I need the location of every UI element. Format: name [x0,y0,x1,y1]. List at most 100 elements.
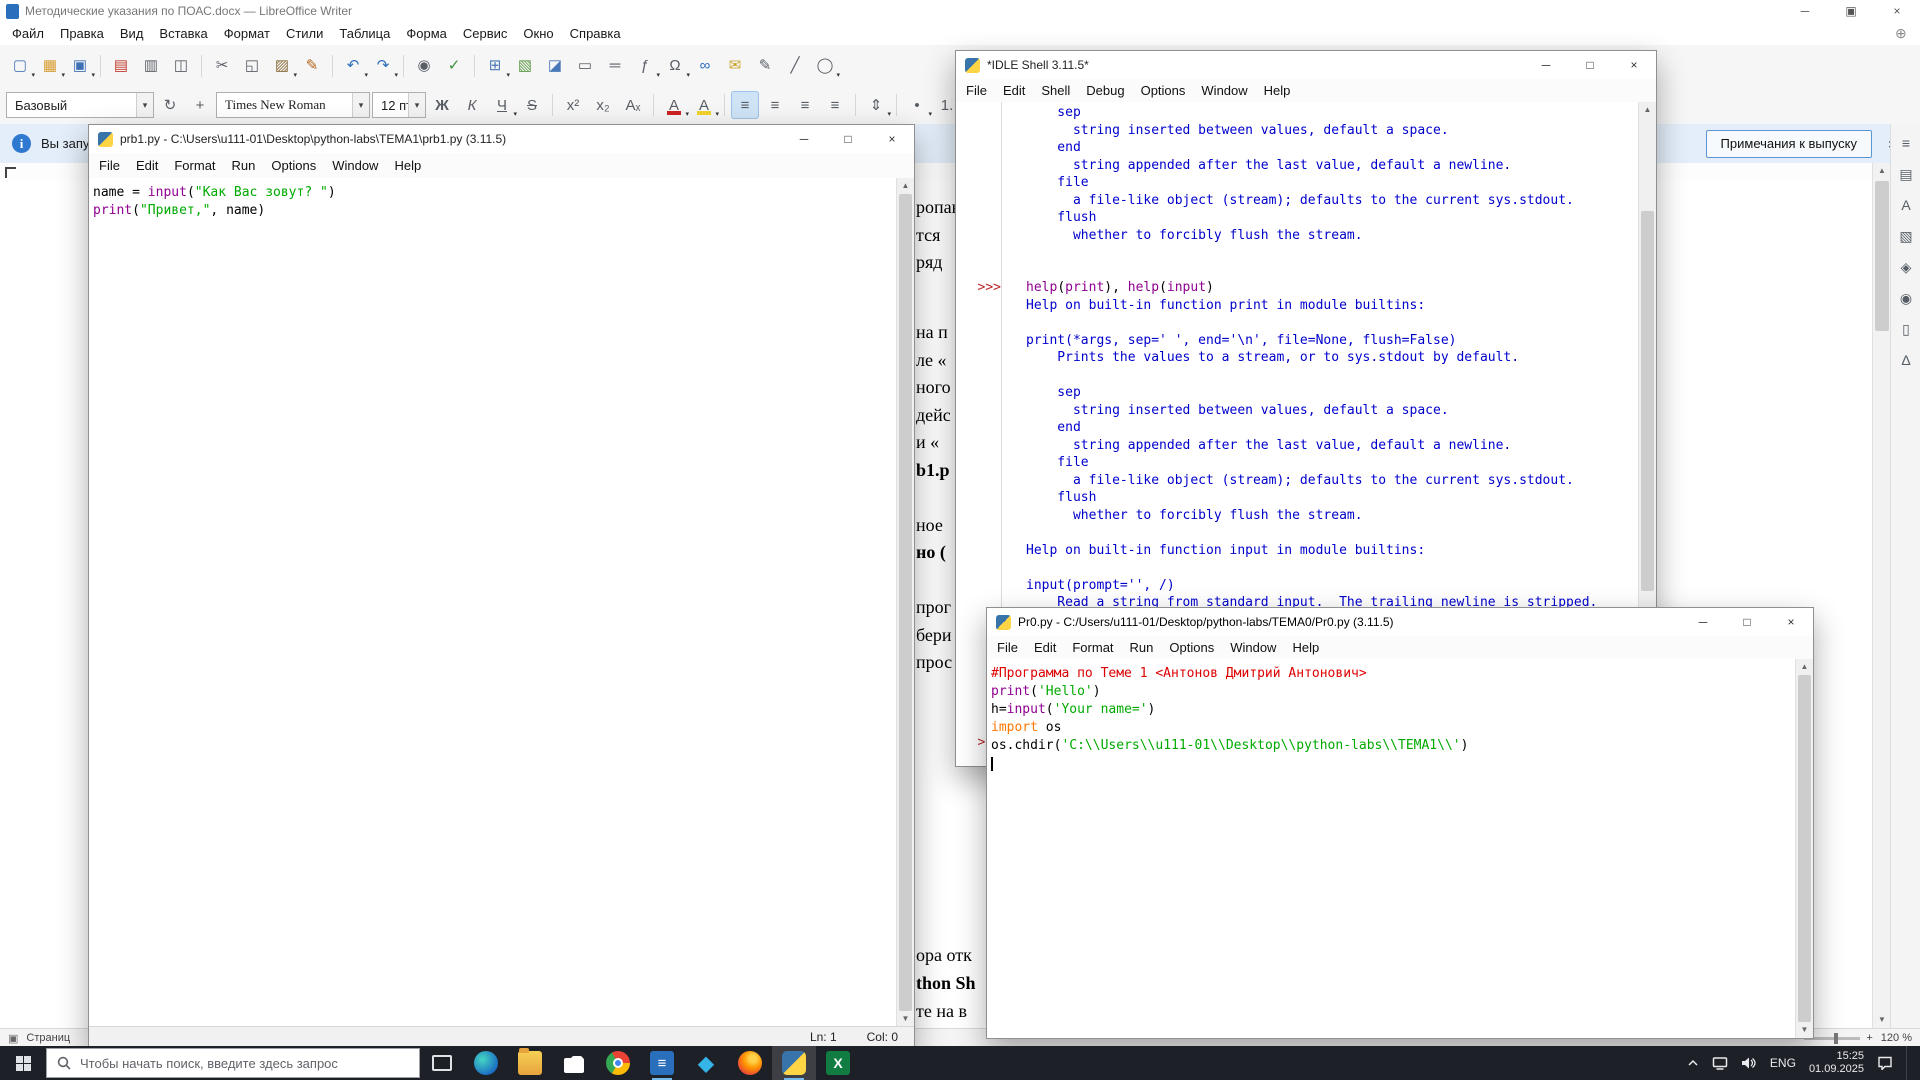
clock[interactable]: 15:25 01.09.2025 [1809,1050,1864,1076]
chevron-down-icon[interactable]: ▾ [136,93,153,117]
chevron-down-icon[interactable]: ▾ [31,71,35,79]
align-right-button[interactable]: ≡ [791,91,819,119]
menu-item[interactable]: Окно [515,24,561,43]
editor-text-area[interactable]: #Программа по Теме 1 <Антонов Дмитрий Ан… [987,659,1796,1038]
chevron-down-icon[interactable]: ▾ [715,110,719,118]
menu-item[interactable]: Run [1122,638,1162,657]
line-spacing-button[interactable]: ⇕ ▾ [862,91,891,119]
chevron-down-icon[interactable]: ▾ [656,71,660,79]
scrollbar-thumb[interactable] [1875,181,1889,331]
style-inspector-icon[interactable]: ◉ [1895,287,1917,309]
menu-item[interactable]: Help [1284,638,1327,657]
insert-comment-icon[interactable]: ✉ [721,52,749,80]
redo-icon[interactable]: ↷ ▾ [369,52,398,80]
titlebar[interactable]: Pr0.py - C:/Users/u111-01/Desktop/python… [987,608,1813,636]
navigator-icon[interactable]: ◈ [1895,256,1917,278]
bold-button[interactable]: Ж [428,91,456,119]
open-icon[interactable]: ▦ ▾ [36,52,65,80]
zoom-level-label[interactable]: 120 % [1881,1032,1912,1044]
insert-pagebreak-icon[interactable]: ═ [601,52,629,80]
titlebar[interactable]: prb1.py - C:\Users\u111-01\Desktop\pytho… [89,125,914,153]
scroll-down-icon[interactable]: ▼ [1873,1013,1891,1027]
superscript-button[interactable]: x² [559,91,587,119]
tab-selector-icon[interactable] [5,167,16,178]
strikethrough-button[interactable]: S [518,91,546,119]
menu-item[interactable]: Вид [112,24,152,43]
spelling-icon[interactable]: ✓ [440,52,468,80]
network-icon[interactable] [1712,1056,1728,1070]
align-justify-button[interactable]: ≡ [821,91,849,119]
insert-textbox-icon[interactable]: ▭ [571,52,599,80]
menu-item[interactable]: Window [324,156,386,175]
insert-chart-icon[interactable]: ◪ [541,52,569,80]
scroll-up-icon[interactable]: ▲ [1639,103,1656,117]
firefox-icon-button[interactable] [728,1046,772,1080]
show-desktop-button[interactable] [1906,1046,1912,1080]
file-explorer-icon-button[interactable] [508,1046,552,1080]
keyboard-language-indicator[interactable]: ENG [1770,1056,1796,1070]
taskbar-search-input[interactable]: Чтобы начать поиск, введите здесь запрос [46,1048,420,1078]
zoom-thumb[interactable] [1834,1032,1839,1044]
new-style-icon[interactable]: + [186,91,214,119]
menu-item[interactable]: Файл [4,24,52,43]
special-character-icon[interactable]: Ω ▾ [661,52,690,80]
paragraph-style-combo[interactable]: Базовый ▾ [6,92,154,118]
clear-formatting-button[interactable]: Aₓ [619,91,647,119]
writer-icon-button[interactable]: ≡ [640,1046,684,1080]
menu-item[interactable]: Форма [398,24,455,43]
menu-item[interactable]: Edit [995,81,1033,100]
print-preview-icon[interactable]: ◫ [167,52,195,80]
microsoft-store-icon-button[interactable] [552,1046,596,1080]
menu-item[interactable]: Window [1193,81,1255,100]
chevron-down-icon[interactable]: ▾ [686,71,690,79]
italic-button[interactable]: К [458,91,486,119]
menu-item[interactable]: Options [1161,638,1222,657]
menu-item[interactable]: Формат [216,24,278,43]
clone-formatting-icon[interactable]: ✎ [298,52,326,80]
menu-item[interactable]: Options [1133,81,1194,100]
chevron-down-icon[interactable]: ▾ [928,110,932,118]
highlight-color-button[interactable]: A ▾ [690,91,719,119]
track-changes-icon[interactable]: ✎ [751,52,779,80]
menu-item[interactable]: Edit [128,156,166,175]
edge-icon-button[interactable] [464,1046,508,1080]
menu-item[interactable]: Вставка [151,24,215,43]
start-button[interactable] [0,1046,46,1080]
close-button[interactable]: × [870,125,914,153]
menu-item[interactable]: Debug [1078,81,1132,100]
release-notes-button[interactable]: Примечания к выпуску [1705,129,1872,158]
export-pdf-icon[interactable]: ▤ [107,52,135,80]
chevron-down-icon[interactable]: ▾ [887,110,891,118]
menu-item[interactable]: Правка [52,24,112,43]
font-size-combo[interactable]: 12 пт ▾ [372,92,426,118]
maximize-button[interactable]: □ [1725,608,1769,636]
scroll-up-icon[interactable]: ▲ [1796,660,1813,674]
restore-button[interactable]: ▣ [1828,0,1874,22]
cut-icon[interactable]: ✂ [208,52,236,80]
document-vertical-scrollbar[interactable]: ▲ ▼ [1872,163,1891,1028]
titlebar[interactable]: *IDLE Shell 3.11.5* ─ □ × [956,51,1656,79]
basic-shapes-icon[interactable]: ◯ ▾ [811,52,840,80]
chevron-down-icon[interactable]: ▾ [394,71,398,79]
chevron-down-icon[interactable]: ▾ [352,93,369,117]
chevron-down-icon[interactable]: ▾ [293,71,297,79]
menu-item[interactable]: Help [386,156,429,175]
close-button[interactable]: × [1874,0,1920,22]
menu-item[interactable]: Таблица [331,24,398,43]
update-style-icon[interactable]: ↻ [156,91,184,119]
close-button[interactable]: × [1769,608,1813,636]
chrome-icon-button[interactable] [596,1046,640,1080]
menu-item[interactable]: Options [263,156,324,175]
maximize-button[interactable]: □ [826,125,870,153]
scrollbar-thumb[interactable] [899,194,912,1011]
scroll-up-icon[interactable]: ▲ [1873,164,1891,178]
chevron-down-icon[interactable]: ▾ [408,93,425,117]
menu-item[interactable]: Run [224,156,264,175]
menu-item[interactable]: Shell [1033,81,1078,100]
menu-item[interactable]: Справка [562,24,629,43]
paste-icon[interactable]: ▨ ▾ [268,52,297,80]
font-color-button[interactable]: A ▾ [660,91,689,119]
print-icon[interactable]: ▥ [137,52,165,80]
sidebar-settings-icon[interactable]: ≡ [1895,132,1917,154]
manage-changes-icon[interactable]: Δ [1895,349,1917,371]
